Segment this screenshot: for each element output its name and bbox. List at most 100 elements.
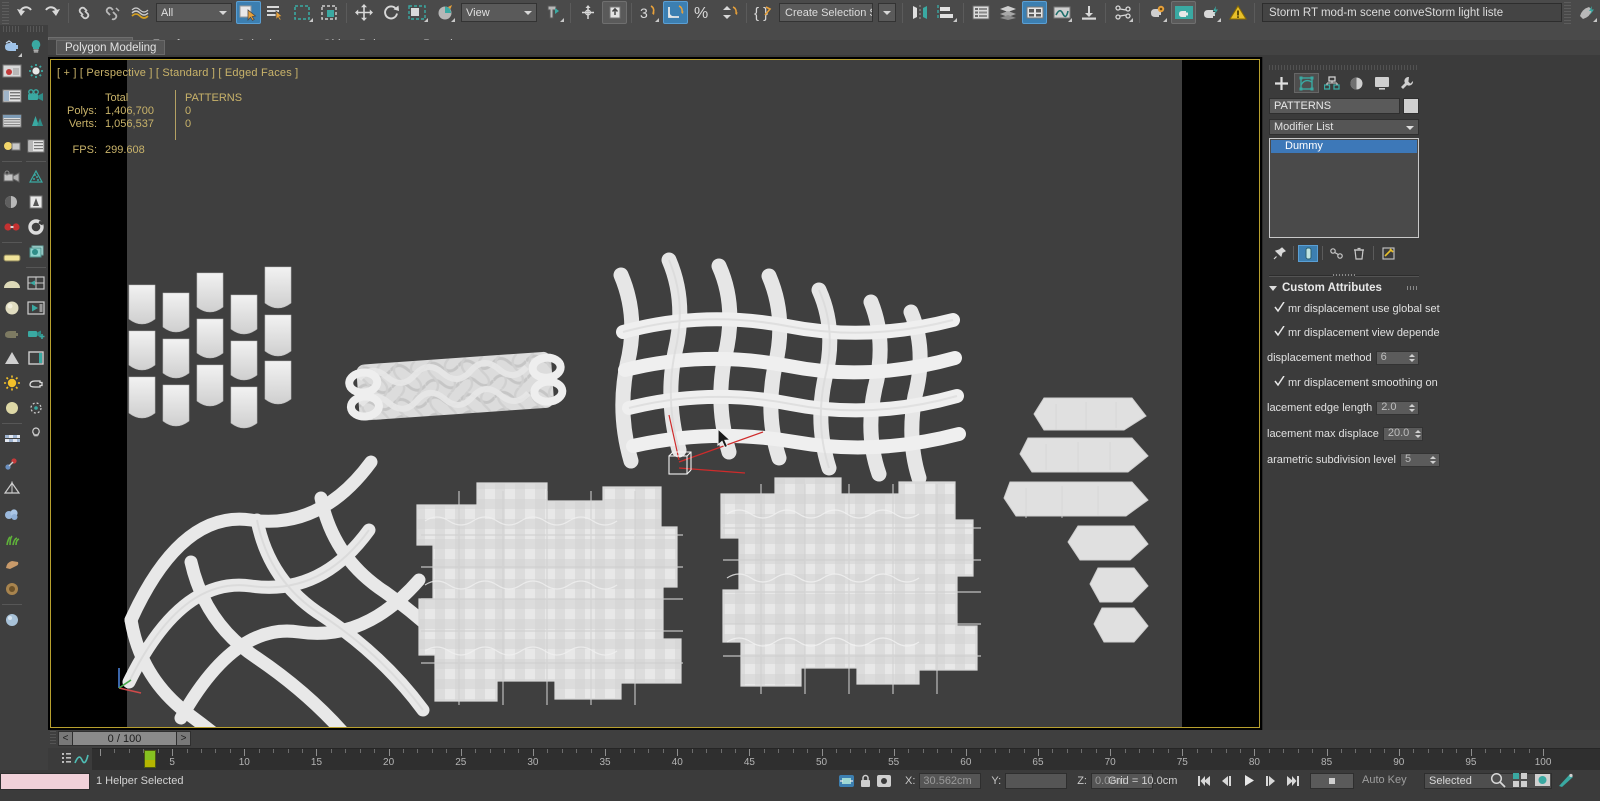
sphere-shade-icon[interactable] <box>1 190 23 214</box>
unlink-selection-button[interactable] <box>100 1 125 24</box>
percent-snap-toggle-button[interactable]: % <box>690 1 715 24</box>
rectangular-selection-region-button[interactable] <box>290 1 315 24</box>
select-object-button[interactable] <box>236 1 261 24</box>
motion-tab[interactable] <box>1344 73 1369 93</box>
select-and-rotate-button[interactable] <box>378 1 403 24</box>
tree-frame-icon[interactable] <box>25 190 47 214</box>
angle-snap-toggle-button[interactable] <box>663 1 688 24</box>
layers-teal-icon[interactable] <box>25 240 47 264</box>
cone-dots-icon[interactable] <box>25 165 47 189</box>
red-glasses-icon[interactable] <box>1 215 23 239</box>
next-frame-button[interactable] <box>1262 772 1279 789</box>
attr-mr-displacement-view-dependent[interactable]: mr displacement view depende <box>1269 326 1440 339</box>
blue-sphere-icon[interactable] <box>1 608 23 632</box>
render-production-button[interactable] <box>1574 1 1599 24</box>
compass-icon[interactable] <box>25 396 47 420</box>
maxscript-listener-mini[interactable] <box>0 773 90 790</box>
displacement-edge-length-spinner[interactable]: 2.0 <box>1376 400 1419 415</box>
checker-icon[interactable] <box>1 427 23 451</box>
select-and-manipulate-button[interactable] <box>575 1 600 24</box>
auto-key-button[interactable]: Auto Key <box>1362 774 1407 786</box>
create-tab[interactable] <box>1269 73 1294 93</box>
sphere-yellow-icon[interactable] <box>1 396 23 420</box>
cone-grey-icon[interactable] <box>1 346 23 370</box>
command-panel-grip[interactable] <box>1269 65 1419 70</box>
mirror-button[interactable] <box>907 1 932 24</box>
displacement-max-displace-spinner[interactable]: 20.0 <box>1382 426 1423 441</box>
display-tab[interactable] <box>1369 73 1394 93</box>
yellow-bar-icon[interactable] <box>1 246 23 270</box>
time-slider-handle[interactable]: < 0 / 100 > <box>58 731 191 746</box>
schematic-view-button[interactable] <box>1076 1 1101 24</box>
use-pivot-point-center-button[interactable] <box>541 1 566 24</box>
zoom-all-button[interactable] <box>1512 772 1528 791</box>
goto-start-button[interactable] <box>1196 772 1213 789</box>
attr-mr-displacement-smoothing-on[interactable]: mr displacement smoothing on <box>1269 376 1438 389</box>
zoom-tool-button[interactable] <box>1490 772 1506 791</box>
checkbox-icon[interactable] <box>1274 302 1285 313</box>
viewport-grid-icon[interactable] <box>25 271 47 295</box>
curve-track-icon[interactable] <box>74 752 89 766</box>
warning-button[interactable] <box>1225 1 1250 24</box>
spinner-arrows-icon[interactable] <box>1428 454 1437 466</box>
undo-button[interactable] <box>12 1 37 24</box>
attr-parametric-subdivision-level[interactable]: arametric subdivision level 5 <box>1267 452 1440 467</box>
utilities-tab[interactable] <box>1394 73 1419 93</box>
x-coordinate-field[interactable]: 30.562cm <box>919 773 982 789</box>
remove-modifier-button[interactable] <box>1349 245 1369 262</box>
spinner-arrows-icon[interactable] <box>1407 402 1416 414</box>
render-preview-icon[interactable] <box>1 59 23 83</box>
selection-lock-toggle-icon[interactable] <box>876 773 892 792</box>
hierarchy-tab[interactable] <box>1319 73 1344 93</box>
align-button[interactable] <box>934 1 959 24</box>
play-panel-icon[interactable] <box>25 296 47 320</box>
curve-editor-button[interactable] <box>1049 1 1074 24</box>
omni-light-icon[interactable] <box>25 59 47 83</box>
sun-icon[interactable] <box>1 371 23 395</box>
camera-icon[interactable] <box>1 165 23 189</box>
camera-add-icon[interactable] <box>25 321 47 345</box>
named-selection-dropdown[interactable] <box>878 3 896 22</box>
ribbon-toggle-button[interactable] <box>1022 1 1047 24</box>
dome-beige-icon[interactable] <box>1 271 23 295</box>
configure-modifier-sets-button[interactable] <box>1378 245 1398 262</box>
select-and-link-button[interactable] <box>73 1 98 24</box>
grass-icon[interactable] <box>1 527 23 551</box>
lock-selection-icon[interactable] <box>859 773 872 792</box>
zoom-extents-button[interactable] <box>1534 772 1551 791</box>
edit-named-selection-sets-button[interactable]: { } <box>751 1 776 24</box>
animation-stop-button[interactable] <box>1310 773 1354 789</box>
modifier-stack-item-dummy[interactable]: Dummy <box>1271 140 1417 153</box>
track-bar-ruler[interactable]: 5 10 15 20 25 30 35 40 45 50 55 60 65 70 75 80 85 90 95 100 <box>92 748 1600 770</box>
atom-icon[interactable] <box>1 452 23 476</box>
modifier-stack-list[interactable]: Dummy <box>1269 138 1419 238</box>
redo-button[interactable] <box>39 1 64 24</box>
perspective-viewport[interactable]: [ + ] [ Perspective ] [ Standard ] [ Edg… <box>50 59 1260 728</box>
column-grip[interactable] <box>27 26 45 32</box>
reference-coordinate-system-combo[interactable]: View <box>461 3 537 22</box>
pyramid-wire-icon[interactable] <box>1 477 23 501</box>
select-and-place-button[interactable] <box>432 1 457 24</box>
script-notification-bar[interactable]: Storm RT mod-m scene conveStorm light li… <box>1262 3 1562 22</box>
particle-view-button[interactable] <box>1110 1 1135 24</box>
list-view-icon[interactable] <box>1 84 23 108</box>
spinner-snap-toggle-button[interactable] <box>717 1 742 24</box>
show-end-result-button[interactable] <box>1298 244 1318 262</box>
toolbar-grip-right[interactable] <box>1564 1 1571 24</box>
field-of-view-button[interactable] <box>1557 772 1574 791</box>
viewport-label[interactable]: [ + ] [ Perspective ] [ Standard ] [ Edg… <box>57 67 298 79</box>
column-grip[interactable] <box>3 26 21 32</box>
checkbox-icon[interactable] <box>1274 376 1285 387</box>
snaps-toggle-button[interactable] <box>602 1 627 24</box>
layer-explorer-button[interactable] <box>968 1 993 24</box>
window-panel-icon[interactable] <box>25 346 47 370</box>
current-frame-indicator[interactable]: 0 / 100 <box>73 731 176 746</box>
absolute-relative-toggle-icon[interactable] <box>838 773 855 792</box>
lightbulb-small-icon[interactable] <box>25 421 47 445</box>
bind-to-space-warp-button[interactable] <box>127 1 152 24</box>
window-crossing-button[interactable] <box>317 1 342 24</box>
select-and-move-button[interactable] <box>351 1 376 24</box>
select-by-name-button[interactable] <box>263 1 288 24</box>
previous-frame-arrow[interactable]: < <box>58 731 73 746</box>
next-frame-arrow[interactable]: > <box>176 731 191 746</box>
